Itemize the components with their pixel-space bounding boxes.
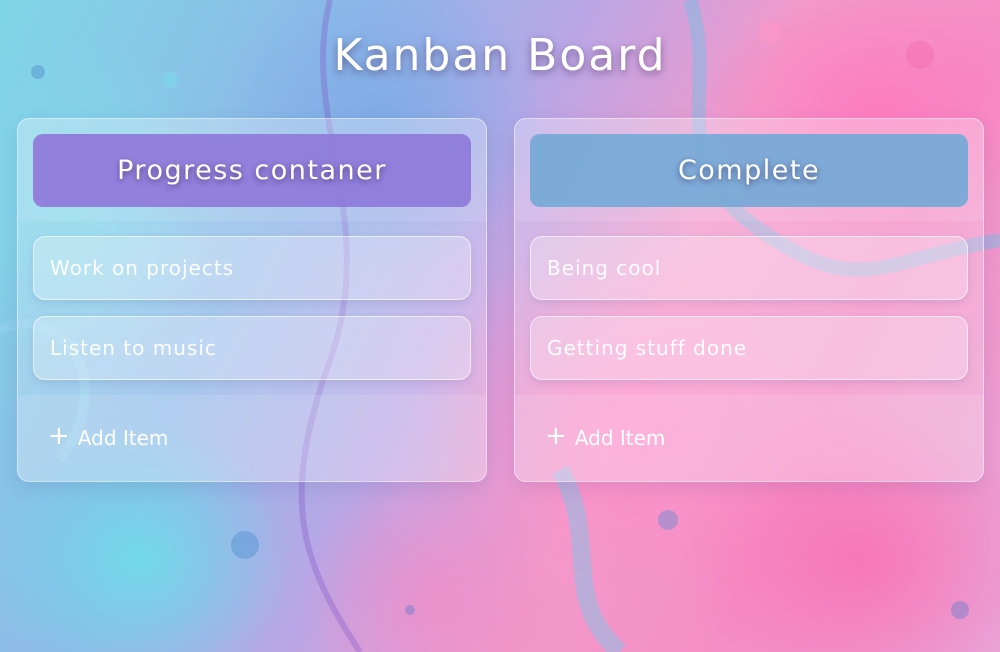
kanban-column-progress: Progress contaner Work on projects Liste… [17, 118, 487, 482]
kanban-card[interactable]: Getting stuff done [530, 316, 968, 380]
kanban-card[interactable]: Listen to music [33, 316, 471, 380]
kanban-column-complete: Complete Being cool Getting stuff done +… [514, 118, 984, 482]
column-header-complete: Complete [530, 134, 968, 207]
plus-icon: + [48, 421, 70, 451]
kanban-card[interactable]: Being cool [530, 236, 968, 300]
column-header-area: Progress contaner [18, 119, 486, 221]
add-item-label: Add Item [574, 426, 666, 450]
add-item-label: Add Item [77, 426, 169, 450]
column-header-area: Complete [515, 119, 983, 221]
column-header-progress: Progress contaner [33, 134, 471, 207]
plus-icon: + [545, 421, 567, 451]
add-item-button[interactable]: + Add Item [515, 395, 983, 481]
kanban-card[interactable]: Work on projects [33, 236, 471, 300]
page-title: Kanban Board [333, 30, 667, 81]
add-item-button[interactable]: + Add Item [18, 395, 486, 481]
